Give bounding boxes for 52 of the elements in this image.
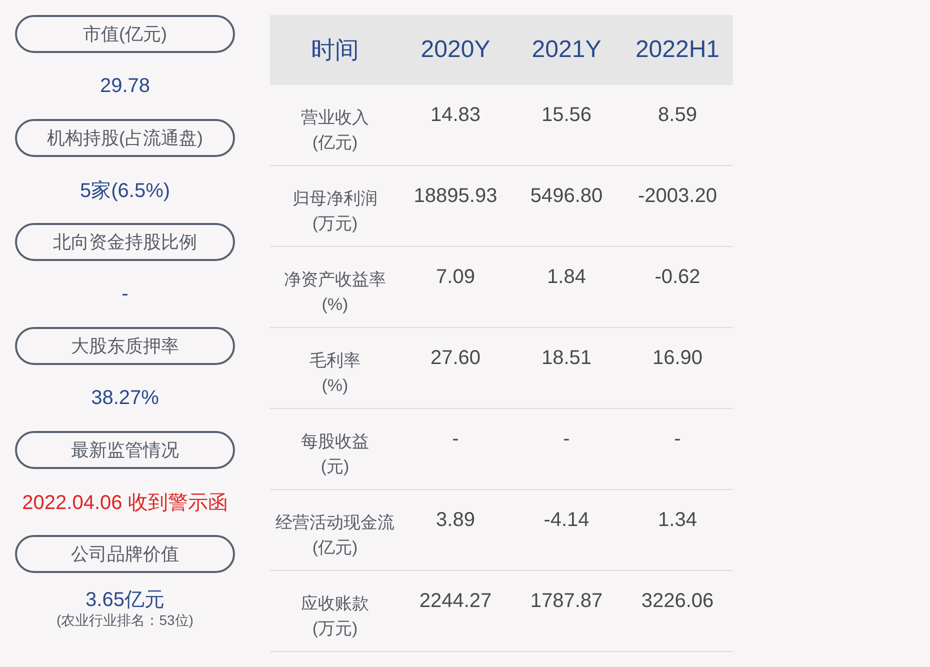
table-cell: 3226.06 (641, 590, 714, 612)
table-cell: - (563, 428, 570, 450)
row-unit: (万元) (312, 213, 358, 235)
table-cell: 1787.87 (530, 590, 603, 612)
table-cell: - (674, 428, 681, 450)
table-cell: - (452, 428, 459, 450)
table-cell: 5496.80 (530, 185, 603, 207)
metric-label: 大股东质押率 (15, 327, 235, 365)
table-cell: 1.84 (547, 266, 586, 288)
table-cell: -0.62 (654, 266, 700, 288)
table-cell: 15.56 (541, 104, 592, 126)
table-cell: 2244.27 (419, 590, 492, 612)
metric-value: 3.65亿元 (86, 588, 164, 612)
metric-value: 38.27% (91, 386, 159, 410)
row-unit: (%) (322, 294, 348, 316)
metric-label: 北向资金持股比例 (15, 223, 235, 261)
column-header: 时间 (310, 36, 360, 66)
metric-label: 最新监管情况 (15, 431, 235, 469)
row-unit: (万元) (312, 618, 358, 640)
table-cell: 3.89 (436, 509, 475, 531)
table-cell: 1.34 (658, 509, 697, 531)
row-label: 经营活动现金流 (276, 512, 394, 534)
table-cell: -4.14 (544, 509, 590, 531)
row-label: 毛利率 (310, 350, 360, 372)
row-label: 归母净利润 (292, 188, 378, 210)
row-label: 每股收益 (301, 431, 369, 453)
metric-note: (农业行业排名：53位) (56, 612, 194, 626)
row-label: 应收账款 (301, 593, 369, 615)
row-label: 净资产收益率 (284, 269, 386, 291)
table-cell: 27.60 (430, 347, 481, 369)
metric-value: 29.78 (100, 74, 150, 98)
row-unit: (%) (322, 375, 348, 397)
row-unit: (亿元) (312, 537, 358, 559)
table-cell: -2003.20 (638, 185, 717, 207)
table-cell: 16.90 (652, 347, 703, 369)
metric-label: 公司品牌价值 (15, 535, 235, 573)
row-unit: (亿元) (312, 132, 358, 154)
row-unit: (元) (320, 456, 350, 478)
row-label: 营业收入 (301, 107, 369, 129)
metric-label: 市值(亿元) (15, 15, 235, 53)
table-cell: 18895.93 (414, 185, 498, 207)
column-header: 2022H1 (634, 36, 721, 64)
metric-value: 5家(6.5%) (80, 178, 170, 204)
metric-label: 机构持股(占流通盘) (15, 119, 235, 157)
metric-value: - (122, 282, 128, 306)
table-cell: 14.83 (430, 104, 481, 126)
table-cell: 7.09 (436, 266, 475, 288)
column-header: 2021Y (530, 36, 602, 64)
column-header: 2020Y (420, 36, 492, 64)
table-cell: 8.59 (658, 104, 697, 126)
table-cell: 18.51 (541, 347, 592, 369)
metric-value: 2022.04.06 收到警示函 (22, 490, 228, 516)
